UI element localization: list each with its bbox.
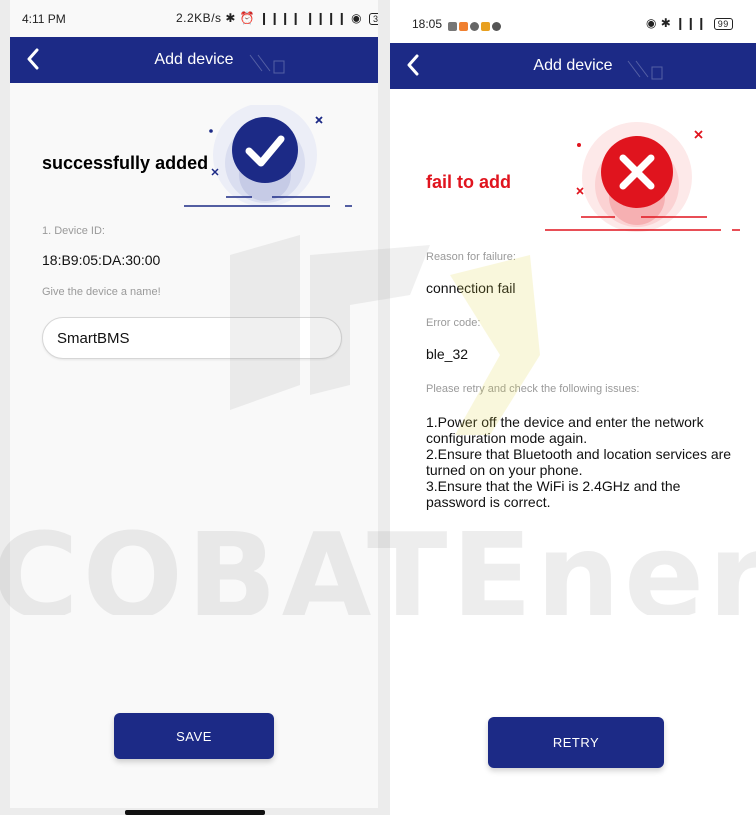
status-icons: 2.2KB/s ✱ ⏰ ❙❙❙❙ ❙❙❙❙ ◉ 38 bbox=[176, 11, 378, 25]
home-indicator bbox=[125, 810, 265, 815]
device-id-label: 1. Device ID: bbox=[42, 225, 105, 237]
app-header: Add device bbox=[10, 37, 378, 83]
page-title: Add device bbox=[533, 57, 613, 74]
notification-icon bbox=[470, 22, 479, 31]
status-time: 4:11 PM bbox=[22, 12, 66, 26]
issue-item: 1.Power off the device and enter the net… bbox=[426, 414, 704, 446]
notification-icon bbox=[492, 22, 501, 31]
notification-icon bbox=[481, 22, 490, 31]
issue-item: 3.Ensure that the WiFi is 2.4GHz and the… bbox=[426, 478, 681, 510]
device-id-value: 18:B9:05:DA:30:00 bbox=[42, 252, 161, 268]
device-name-label: Give the device a name! bbox=[42, 286, 161, 298]
retry-button[interactable]: RETRY bbox=[488, 717, 664, 768]
status-time: 18:05 bbox=[412, 17, 443, 31]
failure-reason-label: Reason for failure: bbox=[426, 251, 516, 263]
save-button[interactable]: SAVE bbox=[114, 713, 274, 759]
success-title: successfully added bbox=[42, 153, 209, 173]
header-decoration-icon bbox=[249, 54, 285, 74]
failure-screen: 18:05 ◉ ✱ ❙❙❙ 99 Add device fail to add … bbox=[390, 0, 756, 815]
status-icons: ◉ ✱ ❙❙❙ 99 bbox=[646, 16, 733, 30]
issues-list: 1.Power off the device and enter the net… bbox=[426, 414, 736, 510]
error-code-label: Error code: bbox=[426, 317, 481, 329]
notification-icon bbox=[448, 22, 457, 31]
failure-title: fail to add bbox=[426, 172, 511, 192]
page-title: Add device bbox=[154, 51, 234, 68]
battery-icon: 38 bbox=[368, 13, 378, 25]
status-bar: 4:11 PM 2.2KB/s ✱ ⏰ ❙❙❙❙ ❙❙❙❙ ◉ 38 bbox=[10, 0, 378, 40]
status-bar: 18:05 ◉ ✱ ❙❙❙ 99 bbox=[390, 0, 756, 40]
issues-label: Please retry and check the following iss… bbox=[426, 383, 640, 395]
notification-icon bbox=[459, 22, 468, 31]
status-icons-text: 2.2KB/s ✱ ⏰ ❙❙❙❙ ❙❙❙❙ ◉ bbox=[176, 11, 363, 25]
notification-icons bbox=[448, 18, 501, 36]
failure-reason-value: connection fail bbox=[426, 280, 516, 296]
status-icons-text: ◉ ✱ ❙❙❙ bbox=[646, 16, 707, 30]
app-header: Add device bbox=[390, 43, 756, 89]
device-name-input[interactable] bbox=[42, 317, 342, 359]
success-screen: 4:11 PM 2.2KB/s ✱ ⏰ ❙❙❙❙ ❙❙❙❙ ◉ 38 Add d… bbox=[10, 0, 378, 808]
error-code-value: ble_32 bbox=[426, 346, 469, 362]
failure-illustration bbox=[545, 122, 740, 232]
header-decoration-icon bbox=[627, 60, 663, 80]
issue-item: 2.Ensure that Bluetooth and location ser… bbox=[426, 446, 732, 478]
battery-icon: 99 bbox=[713, 18, 733, 30]
